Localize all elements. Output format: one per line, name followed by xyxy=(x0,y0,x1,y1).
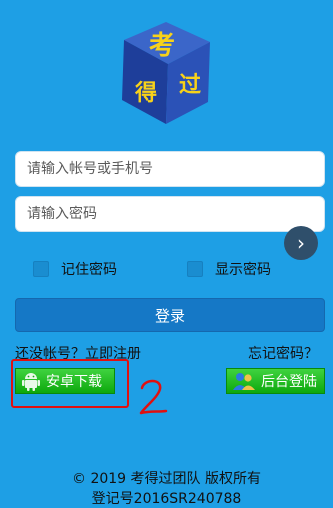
admin-login-button[interactable]: 后台登陆 xyxy=(226,368,325,394)
logo-char-de: 得 xyxy=(134,80,157,106)
account-input[interactable] xyxy=(25,160,324,178)
logo-char-guo: 过 xyxy=(179,73,201,98)
remember-label: 记住密码 xyxy=(61,262,117,278)
password-input[interactable] xyxy=(25,205,324,223)
remember-checkbox-box[interactable] xyxy=(33,261,49,277)
forgot-password-link[interactable]: 忘记密码？ xyxy=(248,343,318,363)
account-field[interactable] xyxy=(15,151,325,187)
remember-password-checkbox[interactable]: 记住密码 xyxy=(33,259,117,279)
app-logo: 考 过 得 xyxy=(116,20,216,128)
next-arrow-button[interactable]: › xyxy=(284,226,318,260)
users-icon xyxy=(233,371,255,391)
password-field[interactable] xyxy=(15,196,325,232)
highlight-annotation-box xyxy=(11,359,129,408)
registration-number: 登记号2016SR240788 xyxy=(91,491,242,507)
show-password-checkbox-box[interactable] xyxy=(187,261,203,277)
admin-login-label: 后台登陆 xyxy=(261,374,317,390)
annotation-number: 2 xyxy=(138,378,168,420)
show-password-label: 显示密码 xyxy=(215,262,271,278)
show-password-checkbox[interactable]: 显示密码 xyxy=(187,259,271,279)
chevron-right-icon: › xyxy=(297,231,305,255)
login-button[interactable]: 登录 xyxy=(15,298,325,332)
copyright-text: © 2019 考得过团队 版权所有 xyxy=(72,471,261,487)
logo-char-kao: 考 xyxy=(149,31,175,61)
annotation-number-text: 2 xyxy=(138,378,139,379)
